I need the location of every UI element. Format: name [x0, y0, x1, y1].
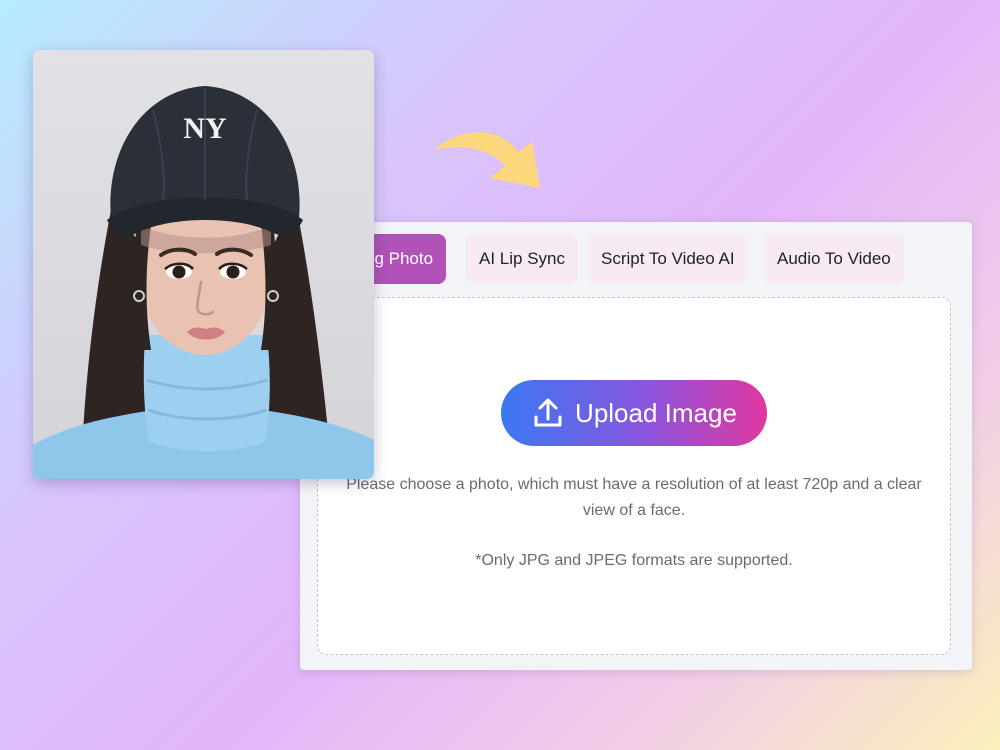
formats-note: *Only JPG and JPEG formats are supported…	[475, 552, 793, 569]
upload-image-button[interactable]: Upload Image	[501, 380, 767, 446]
curved-arrow-icon	[434, 132, 540, 188]
cap-logo: NY	[183, 112, 227, 145]
upload-hint-line-1: Please choose a photo, which must have a…	[346, 476, 922, 493]
upload-dropzone[interactable]: Upload Image Please choose a photo, whic…	[317, 297, 951, 655]
tab-audio-to-video[interactable]: Audio To Video	[764, 234, 904, 284]
upload-hint-line-2: view of a face.	[582, 502, 686, 519]
tab-script-to-video-ai[interactable]: Script To Video AI	[588, 234, 748, 284]
tab-bar: Talking Photo AI Lip Sync Script To Vide…	[300, 234, 972, 286]
portrait-illustration: NY	[33, 50, 374, 479]
tool-panel: Talking Photo AI Lip Sync Script To Vide…	[300, 222, 972, 670]
sample-portrait-photo: NY	[33, 50, 374, 479]
tab-ai-lip-sync[interactable]: AI Lip Sync	[466, 234, 578, 284]
upload-icon	[534, 398, 562, 427]
upload-image-label: Upload Image	[575, 397, 737, 428]
